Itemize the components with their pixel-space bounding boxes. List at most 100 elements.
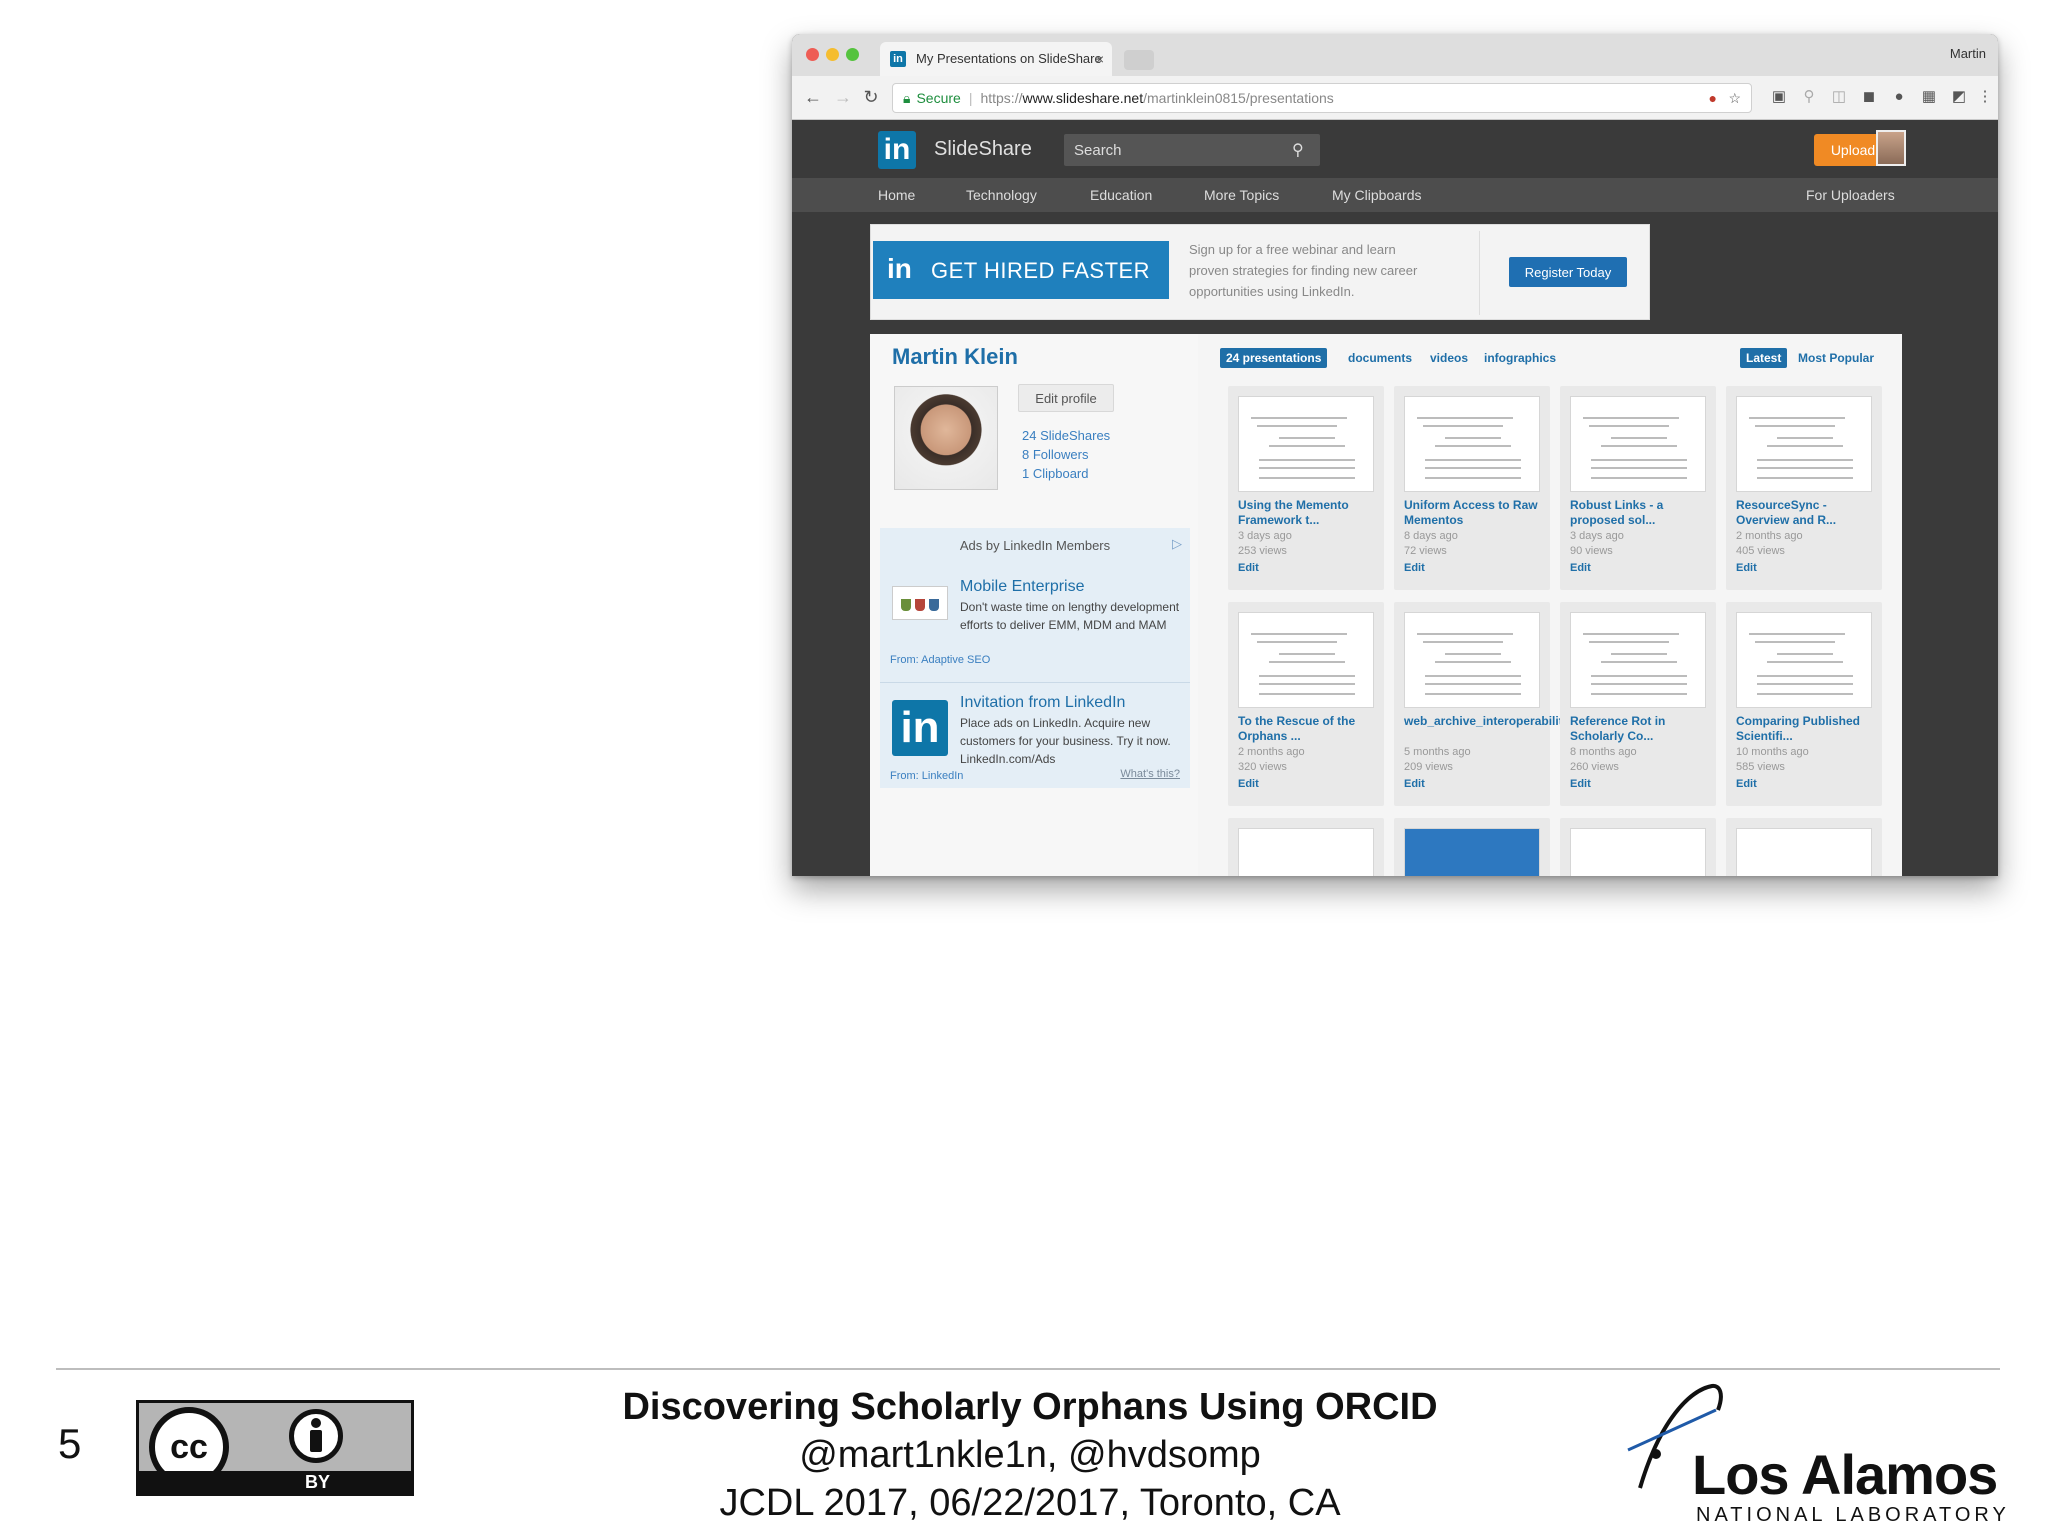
presentation-card[interactable]: Robust Links - a proposed sol... 3 days a… (1560, 386, 1716, 590)
star-icon[interactable]: ☆ (1728, 84, 1741, 112)
extension-icon[interactable]: ◩ (1950, 88, 1968, 106)
presentation-card[interactable]: Uniform Access to Raw Mementos 8 days ago… (1394, 386, 1550, 590)
presentation-views: 90 views (1570, 545, 1613, 557)
reload-icon[interactable]: ↻ (860, 87, 882, 108)
ad-source[interactable]: From: Adaptive SEO (890, 654, 990, 666)
search-input[interactable] (1064, 134, 1320, 166)
followers-count[interactable]: 8 Followers (1022, 447, 1088, 462)
slide-thumbnail[interactable] (1238, 396, 1374, 492)
edit-presentation-link[interactable]: Edit (1238, 562, 1259, 574)
close-window-button[interactable] (806, 48, 819, 61)
slide-thumbnail[interactable] (1736, 828, 1872, 876)
extension-icon[interactable]: ▦ (1920, 88, 1938, 106)
ad-choices-icon[interactable]: ▷ (1172, 536, 1182, 552)
ad-title[interactable]: Invitation from LinkedIn (960, 694, 1125, 712)
sort-latest[interactable]: Latest (1740, 348, 1788, 368)
tab-presentations[interactable]: 24 presentations (1220, 348, 1328, 368)
presentation-age: 5 months ago (1404, 746, 1471, 758)
slideshares-count[interactable]: 24 SlideShares (1022, 428, 1110, 443)
presentation-card[interactable]: Using the Memento Framework t... 3 days a… (1228, 386, 1384, 590)
edit-presentation-link[interactable]: Edit (1570, 562, 1591, 574)
ad-banner[interactable]: in GET HIRED FASTER Sign up for a free w… (870, 224, 1650, 320)
ad-image[interactable] (892, 586, 948, 620)
tab-videos[interactable]: videos (1430, 348, 1468, 368)
presentation-title-link[interactable]: Uniform Access to Raw Mementos (1404, 498, 1544, 528)
nav-for-uploaders[interactable]: For Uploaders (1806, 187, 1895, 203)
presentation-card[interactable]: web_archive_interoperability 5 months ago… (1394, 602, 1569, 806)
slide-thumbnail[interactable] (1570, 828, 1706, 876)
profile-photo[interactable] (894, 386, 998, 490)
ad-title[interactable]: Mobile Enterprise (960, 578, 1085, 596)
tab-infographics[interactable]: infographics (1484, 348, 1556, 368)
linkedin-logo-icon[interactable]: in (878, 131, 916, 169)
nav-home[interactable]: Home (878, 187, 915, 203)
clipboard-count[interactable]: 1 Clipboard (1022, 466, 1089, 481)
slide-thumbnail[interactable] (1570, 612, 1706, 708)
tab-close-icon[interactable]: × (1096, 42, 1104, 76)
extension-icon[interactable]: ⚲ (1800, 88, 1818, 106)
linkedin-logo-icon[interactable]: in (892, 700, 948, 756)
permission-icon[interactable]: ● (1709, 84, 1717, 112)
ad-text: Don't waste time on lengthy development … (960, 600, 1180, 632)
presentation-title-link[interactable]: ResourceSync - Overview and R... (1736, 498, 1876, 528)
address-bar[interactable]: 🔒︎ Secure | https://www.slideshare.net/mart… (892, 83, 1752, 113)
tab-my-presentations[interactable]: in My Presentations on SlideShare × (880, 42, 1112, 76)
presentation-card[interactable]: ResourceSync - Overview and R... 2 months… (1726, 386, 1882, 590)
slide-thumbnail[interactable] (1238, 828, 1374, 876)
edit-presentation-link[interactable]: Edit (1736, 562, 1757, 574)
slide-thumbnail[interactable] (1404, 612, 1540, 708)
profile-name[interactable]: Martin Klein (892, 344, 1018, 370)
edit-presentation-link[interactable]: Edit (1238, 778, 1259, 790)
browser-profile-name[interactable]: Martin (1950, 46, 1986, 61)
nav-education[interactable]: Education (1090, 187, 1152, 203)
whats-this-link[interactable]: What's this? (1120, 768, 1180, 780)
edit-presentation-link[interactable]: Edit (1404, 562, 1425, 574)
slide-thumbnail[interactable] (1404, 828, 1540, 876)
edit-presentation-link[interactable]: Edit (1570, 778, 1591, 790)
nav-technology[interactable]: Technology (966, 187, 1037, 203)
avatar[interactable] (1876, 130, 1906, 166)
tab-documents[interactable]: documents (1348, 348, 1412, 368)
url-scheme: https:// (980, 90, 1023, 106)
presentation-card[interactable] (1726, 818, 1882, 876)
slide-thumbnail[interactable] (1570, 396, 1706, 492)
back-icon[interactable]: ← (802, 87, 824, 108)
banner-text: Sign up for a free webinar and learn pro… (1189, 242, 1418, 299)
slide-thumbnail[interactable] (1404, 396, 1540, 492)
slide-thumbnail[interactable] (1736, 396, 1872, 492)
extension-icon[interactable]: ● (1890, 88, 1908, 106)
presentation-card[interactable] (1228, 818, 1384, 876)
presentation-card[interactable] (1560, 818, 1716, 876)
secure-label: Secure (916, 90, 961, 106)
edit-presentation-link[interactable]: Edit (1404, 778, 1425, 790)
presentation-card[interactable] (1394, 818, 1550, 876)
edit-profile-button[interactable]: Edit profile (1018, 384, 1114, 412)
slide-thumbnail[interactable] (1238, 612, 1374, 708)
nav-my-clipboards[interactable]: My Clipboards (1332, 187, 1421, 203)
forward-icon[interactable]: → (832, 87, 854, 108)
search-icon[interactable]: ⚲ (1292, 140, 1304, 160)
new-tab-button[interactable] (1124, 50, 1154, 70)
presentation-card[interactable]: Reference Rot in Scholarly Co... 8 months… (1560, 602, 1716, 806)
presentation-title-link[interactable]: web_archive_interoperability (1404, 714, 1569, 729)
menu-icon[interactable]: ⋮ (1976, 88, 1994, 106)
presentation-title-link[interactable]: Robust Links - a proposed sol... (1570, 498, 1710, 528)
nav-more-topics[interactable]: More Topics (1204, 187, 1279, 203)
extension-icon[interactable]: ▣ (1770, 88, 1788, 106)
edit-presentation-link[interactable]: Edit (1736, 778, 1757, 790)
presentation-card[interactable]: To the Rescue of the Orphans ... 2 months… (1228, 602, 1384, 806)
extension-icon[interactable]: ◼ (1860, 88, 1878, 106)
minimize-window-button[interactable] (826, 48, 839, 61)
presentation-title-link[interactable]: Comparing Published Scientifi... (1736, 714, 1876, 744)
presentation-card[interactable]: Comparing Published Scientifi... 10 month… (1726, 602, 1882, 806)
sort-most-popular[interactable]: Most Popular (1798, 348, 1874, 368)
slideshare-logo-text[interactable]: SlideShare (934, 138, 1032, 161)
slide-thumbnail[interactable] (1736, 612, 1872, 708)
presentation-title-link[interactable]: To the Rescue of the Orphans ... (1238, 714, 1378, 744)
extension-icon[interactable]: ◫ (1830, 88, 1848, 106)
presentation-title-link[interactable]: Reference Rot in Scholarly Co... (1570, 714, 1710, 744)
maximize-window-button[interactable] (846, 48, 859, 61)
ad-source[interactable]: From: LinkedIn (890, 770, 963, 782)
register-today-button[interactable]: Register Today (1509, 257, 1627, 287)
presentation-title-link[interactable]: Using the Memento Framework t... (1238, 498, 1378, 528)
